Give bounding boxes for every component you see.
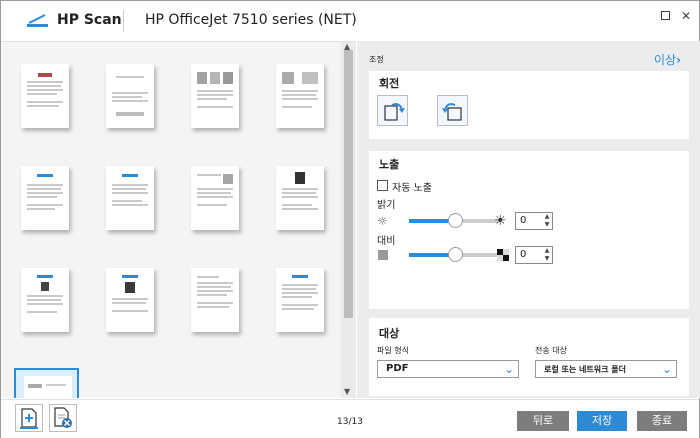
destination-title: 대상 xyxy=(379,327,400,340)
scrollbar-thumb[interactable] xyxy=(344,50,353,318)
contrast-label: 대비 xyxy=(377,236,396,247)
app-name: HP Scan xyxy=(57,12,122,28)
stepper-up-icon[interactable]: ▲ xyxy=(542,213,552,221)
brightness-slider[interactable] xyxy=(409,213,501,228)
brightness-value[interactable]: 0 xyxy=(520,215,526,226)
minimize-icon[interactable] xyxy=(661,11,670,20)
chevron-down-icon[interactable]: ⌄ xyxy=(500,361,518,377)
scroll-down-icon[interactable]: ▼ xyxy=(344,387,350,396)
contrast-slider[interactable] xyxy=(409,247,501,262)
auto-exposure-label: 자동 노출 xyxy=(392,183,432,194)
brightness-low-icon: ☼ xyxy=(377,214,388,228)
exposure-title: 노출 xyxy=(379,158,400,171)
rotate-left-icon xyxy=(384,103,405,121)
file-type-value: PDF xyxy=(386,363,409,374)
page-thumbnail[interactable] xyxy=(191,268,239,332)
settings-pane: 조정 이상› 회전 노출 자동 노출 밝기 ☼ ☀ 0 ▲ ▼ 대비 0 ▲ ▼… xyxy=(357,41,700,398)
brightness-slider-knob[interactable] xyxy=(448,213,463,228)
send-to-select[interactable]: 로컬 또는 네트워크 폴더 ⌄ xyxy=(535,360,677,378)
back-button[interactable]: 뒤로 xyxy=(517,411,569,431)
more-link-label: 이상 xyxy=(654,53,677,67)
file-type-label: 파일 형식 xyxy=(377,346,409,355)
rotate-left-button[interactable] xyxy=(377,95,408,126)
app-window: HP Scan HP OfficeJet 7510 series (NET) ✕ xyxy=(0,0,700,438)
device-name: HP OfficeJet 7510 series (NET) xyxy=(145,12,357,28)
rotate-card: 회전 xyxy=(369,71,689,139)
contrast-value[interactable]: 0 xyxy=(520,249,526,260)
page-counter: 13/13 xyxy=(337,417,363,427)
page-thumbnail[interactable] xyxy=(191,166,239,230)
selected-page-thumbnail[interactable] xyxy=(14,368,79,398)
page-thumbnail[interactable] xyxy=(276,268,324,332)
add-page-icon xyxy=(20,408,38,429)
stepper-up-icon[interactable]: ▲ xyxy=(542,247,552,255)
page-thumbnail[interactable] xyxy=(21,268,69,332)
thumbnail-pane: ▲ ▼ xyxy=(1,41,356,398)
exposure-card: 노출 자동 노출 밝기 ☼ ☀ 0 ▲ ▼ 대비 0 ▲ ▼ xyxy=(369,151,689,309)
title-divider xyxy=(123,10,124,32)
stepper-down-icon[interactable]: ▼ xyxy=(542,221,552,229)
brightness-stepper[interactable]: 0 ▲ ▼ xyxy=(515,212,553,230)
page-thumbnail[interactable] xyxy=(106,268,154,332)
page-thumbnail[interactable] xyxy=(276,64,324,128)
delete-page-icon xyxy=(54,407,72,428)
auto-exposure-checkbox[interactable] xyxy=(377,180,388,191)
close-icon[interactable]: ✕ xyxy=(681,10,691,22)
page-thumbnail[interactable] xyxy=(276,166,324,230)
bottom-bar: 13/13 뒤로 저장 종료 xyxy=(1,399,699,438)
brightness-label: 밝기 xyxy=(377,200,396,211)
adjust-label: 조정 xyxy=(369,55,384,64)
chevron-down-icon[interactable]: ⌄ xyxy=(658,361,676,377)
send-to-value: 로컬 또는 네트워크 폴더 xyxy=(544,365,626,374)
contrast-low-icon xyxy=(378,250,388,260)
page-thumbnail[interactable] xyxy=(191,64,239,128)
rotate-title: 회전 xyxy=(379,77,400,90)
destination-card: 대상 파일 형식 PDF ⌄ 전송 대상 로컬 또는 네트워크 폴더 ⌄ xyxy=(369,318,689,396)
page-thumbnail[interactable] xyxy=(21,64,69,128)
scanner-logo-icon xyxy=(27,14,48,27)
page-thumbnail[interactable] xyxy=(21,166,69,230)
delete-page-button[interactable] xyxy=(49,404,77,432)
rotate-right-icon xyxy=(442,103,462,121)
contrast-stepper[interactable]: 0 ▲ ▼ xyxy=(515,246,553,264)
send-to-label: 전송 대상 xyxy=(535,346,567,355)
chevron-right-icon: › xyxy=(676,53,682,67)
page-thumbnail[interactable] xyxy=(106,64,154,128)
quit-button[interactable]: 종료 xyxy=(637,411,687,431)
title-bar: HP Scan HP OfficeJet 7510 series (NET) ✕ xyxy=(1,1,699,41)
page-thumbnail[interactable] xyxy=(106,166,154,230)
thumbnail-grid xyxy=(1,42,341,398)
thumbnail-scrollbar[interactable]: ▲ ▼ xyxy=(341,42,356,398)
save-button[interactable]: 저장 xyxy=(577,411,627,431)
stepper-down-icon[interactable]: ▼ xyxy=(542,255,552,263)
add-page-button[interactable] xyxy=(15,404,43,432)
contrast-high-icon xyxy=(497,249,509,261)
file-type-select[interactable]: PDF ⌄ xyxy=(377,360,519,378)
brightness-high-icon: ☀ xyxy=(494,213,507,229)
rotate-right-button[interactable] xyxy=(437,95,468,126)
contrast-slider-knob[interactable] xyxy=(448,247,463,262)
more-link[interactable]: 이상› xyxy=(654,51,681,68)
